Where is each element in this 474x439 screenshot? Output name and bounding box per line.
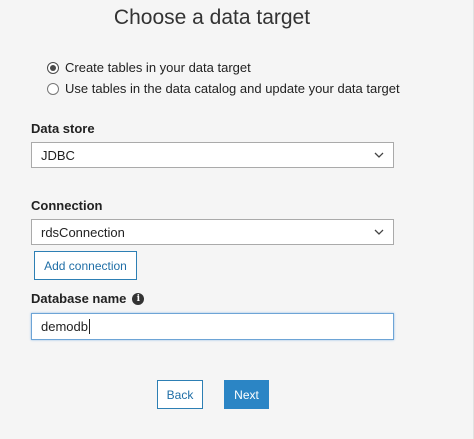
info-icon[interactable]: i	[132, 292, 145, 305]
database-name-value: demodb	[41, 319, 88, 334]
database-name-input[interactable]: demodb	[31, 313, 394, 340]
option-use-catalog-label: Use tables in the data catalog and updat…	[65, 81, 400, 96]
connection-value: rdsConnection	[41, 224, 125, 240]
page-title: Choose a data target	[113, 6, 311, 29]
text-cursor	[88, 319, 90, 334]
connection-select[interactable]: rdsConnection	[31, 219, 394, 245]
radio-button-selected[interactable]	[47, 61, 59, 74]
data-store-value: JDBC	[41, 147, 75, 163]
database-name-label-text: Database name	[31, 291, 127, 306]
add-connection-button[interactable]: Add connection	[34, 251, 137, 280]
connection-label: Connection	[31, 198, 103, 213]
option-use-catalog-tables[interactable]: Use tables in the data catalog and updat…	[47, 81, 400, 96]
back-button[interactable]: Back	[157, 380, 203, 409]
data-store-select[interactable]: JDBC	[31, 142, 394, 168]
data-target-panel: Choose a data target Create tables in yo…	[0, 0, 474, 439]
chevron-down-icon	[374, 229, 384, 235]
next-button[interactable]: Next	[224, 380, 269, 409]
database-name-label: Database name i	[31, 291, 145, 306]
option-create-tables[interactable]: Create tables in your data target	[47, 60, 251, 75]
data-store-label: Data store	[31, 121, 95, 136]
option-create-tables-label: Create tables in your data target	[65, 60, 251, 75]
chevron-down-icon	[374, 152, 384, 158]
radio-button[interactable]	[47, 82, 59, 95]
